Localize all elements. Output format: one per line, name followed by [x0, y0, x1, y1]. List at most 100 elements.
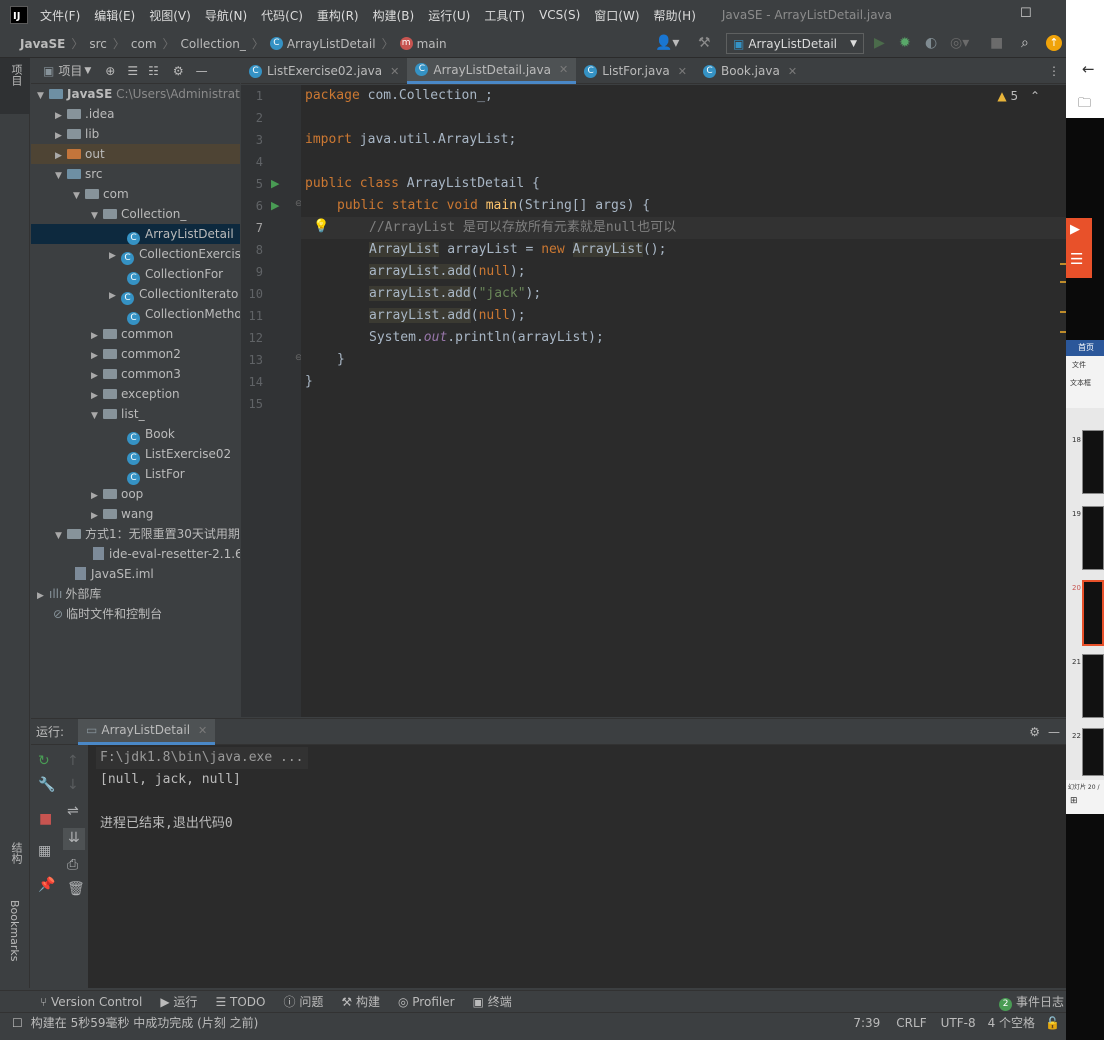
ppt-file-menu[interactable]: 文件	[1066, 356, 1104, 370]
slide-thumbnail[interactable]	[1082, 430, 1104, 494]
tree-item-resetter-jar[interactable]: ide-eval-resetter-2.1.6.	[31, 544, 240, 564]
tab-arraylistdetail[interactable]: C ArrayListDetail.java ✕	[407, 58, 577, 84]
stop-icon[interactable]: ■	[990, 35, 1003, 51]
trash-icon[interactable]: 🗑	[67, 881, 85, 897]
close-icon[interactable]: ✕	[198, 724, 207, 737]
tab-book[interactable]: C Book.java ✕	[695, 58, 805, 84]
tree-item-collectionmethod[interactable]: C CollectionMetho	[31, 304, 240, 325]
tool-todo[interactable]: ☰ TODO	[215, 995, 265, 1009]
breadcrumb-src[interactable]: src	[89, 37, 107, 51]
arrow-down-icon[interactable]: ↓	[67, 777, 79, 793]
maximize-icon[interactable]: ☐	[1020, 6, 1032, 21]
stop-icon[interactable]: ■	[39, 811, 52, 827]
slide-thumbnail-selected[interactable]	[1082, 580, 1104, 646]
tree-item-iml[interactable]: JavaSE.iml	[31, 564, 240, 584]
status-square-icon[interactable]: ☐	[12, 1016, 23, 1030]
tool-run[interactable]: ▶ 运行	[160, 993, 197, 1010]
menu-file[interactable]: 文件(F)	[40, 7, 80, 24]
pin-icon[interactable]: 📌	[38, 877, 55, 893]
expand-all-icon[interactable]: ☰	[127, 64, 138, 78]
breadcrumb-project[interactable]: JavaSE	[20, 37, 65, 51]
folder-icon[interactable]: 🗀	[1078, 94, 1091, 116]
menu-window[interactable]: 窗口(W)	[594, 7, 639, 24]
menu-refactor[interactable]: 重构(R)	[317, 7, 359, 24]
close-icon[interactable]: ✕	[788, 65, 797, 78]
print-icon[interactable]: ⎙	[67, 857, 78, 873]
tree-item-collectionexercise[interactable]: ▶ C CollectionExercis	[31, 244, 240, 265]
menu-run[interactable]: 运行(U)	[428, 7, 470, 24]
code-editor[interactable]: ▲ 5 ⌃ package com.Collection_; import ja…	[301, 85, 1066, 717]
tool-terminal[interactable]: ▣ 终端	[473, 993, 512, 1010]
menu-vcs[interactable]: VCS(S)	[539, 8, 580, 22]
coverage-icon[interactable]: ◐	[925, 35, 937, 51]
tree-item-listfor[interactable]: C ListFor	[31, 464, 240, 485]
scroll-to-end-button[interactable]: ⇊	[63, 828, 85, 850]
tree-item-common3[interactable]: ▶ common3	[31, 364, 240, 384]
tree-item-collectionfor[interactable]: C CollectionFor	[31, 264, 240, 285]
tree-item-listexercise02[interactable]: C ListExercise02	[31, 444, 240, 465]
breadcrumb-com[interactable]: com	[131, 37, 157, 51]
tool-build[interactable]: ⚒ 构建	[341, 993, 380, 1010]
menu-edit[interactable]: 编辑(E)	[94, 7, 135, 24]
locate-icon[interactable]: ⊕	[105, 64, 115, 78]
caret-position[interactable]: 7:39	[853, 1016, 880, 1030]
tree-item-wang[interactable]: ▶ wang	[31, 504, 240, 524]
hammer-icon[interactable]: ⚒	[698, 35, 711, 51]
close-icon[interactable]: ✕	[559, 63, 568, 76]
file-encoding[interactable]: UTF-8	[941, 1016, 976, 1030]
close-icon[interactable]: ✕	[390, 65, 399, 78]
back-arrow-icon[interactable]: ←	[1082, 60, 1095, 78]
tree-item-collectioniterator[interactable]: ▶ C CollectionIterato	[31, 284, 240, 305]
run-icon[interactable]: ▶	[874, 35, 885, 51]
tree-item-idea[interactable]: ▶ .idea	[31, 104, 240, 124]
slide-thumbnail[interactable]	[1082, 506, 1104, 570]
debug-icon[interactable]: ✹	[899, 35, 911, 51]
tree-item-common[interactable]: ▶ common	[31, 324, 240, 344]
tree-item-oop[interactable]: ▶ oop	[31, 484, 240, 504]
structure-tool-button[interactable]: 结构	[8, 842, 24, 864]
run-gutter-icon[interactable]: ▶	[271, 199, 279, 212]
tree-item-collection[interactable]: ▼ Collection_	[31, 204, 240, 224]
inspection-widget[interactable]: ▲ 5 ⌃	[997, 89, 1040, 103]
gear-icon[interactable]: ⚙	[173, 64, 184, 78]
minimize-icon[interactable]: —	[196, 64, 208, 78]
layout-icon[interactable]: ▦	[38, 843, 51, 859]
slide-thumbnail[interactable]	[1082, 654, 1104, 718]
tree-item-lib[interactable]: ▶ lib	[31, 124, 240, 144]
tab-listfor[interactable]: C ListFor.java ✕	[576, 58, 695, 84]
profile-icon[interactable]: ◎▾	[950, 35, 969, 51]
tree-item-out[interactable]: ▶ out	[31, 144, 240, 164]
search-icon[interactable]: ⌕	[1021, 35, 1029, 51]
indent-setting[interactable]: 4 个空格	[988, 1014, 1035, 1031]
gear-icon[interactable]: ⚙	[1029, 725, 1040, 739]
tab-listexercise02[interactable]: C ListExercise02.java ✕	[241, 58, 407, 84]
tool-profiler[interactable]: ◎ Profiler	[398, 995, 455, 1009]
breadcrumb-method[interactable]: main	[417, 37, 447, 51]
menu-code[interactable]: 代码(C)	[261, 7, 303, 24]
tool-problems[interactable]: ⓘ 问题	[284, 993, 324, 1010]
menu-navigate[interactable]: 导航(N)	[205, 7, 247, 24]
run-gutter-icon[interactable]: ▶	[271, 177, 279, 190]
line-separator[interactable]: CRLF	[896, 1016, 926, 1030]
tree-item-javase[interactable]: ▼ JavaSE C:\Users\Administrat	[31, 84, 240, 104]
tool-version-control[interactable]: ⑂ Version Control	[40, 995, 142, 1009]
user-icon[interactable]: 👤▾	[655, 35, 679, 51]
breadcrumb-class[interactable]: ArrayListDetail	[287, 37, 376, 51]
bookmarks-tool-button[interactable]: Bookmarks	[8, 900, 21, 961]
event-log-button[interactable]: 2 事件日志	[999, 993, 1064, 1011]
console-output[interactable]: F:\jdk1.8\bin\java.exe ... [null, jack, …	[88, 745, 1066, 988]
tree-item-external-libs[interactable]: ▶ ıllı 外部库	[31, 584, 240, 604]
more-tabs-icon[interactable]: ⋮	[1048, 58, 1060, 83]
project-tool-button[interactable]: 项目	[0, 58, 30, 114]
run-configuration-selector[interactable]: ▣ ArrayListDetail ▼	[726, 33, 864, 54]
menu-help[interactable]: 帮助(H)	[654, 7, 696, 24]
windows-icon[interactable]: ⊞	[1066, 796, 1104, 814]
ppt-textbox[interactable]: 文本框	[1066, 370, 1104, 388]
project-view-selector[interactable]: 项目	[58, 62, 82, 79]
tree-item-arraylistdetail[interactable]: C ArrayListDetail	[31, 224, 240, 245]
tree-item-common2[interactable]: ▶ common2	[31, 344, 240, 364]
ppt-tab-home[interactable]: 首页	[1066, 340, 1104, 356]
update-icon[interactable]: ↑	[1046, 35, 1062, 51]
tree-item-scratches[interactable]: ⊘ 临时文件和控制台	[31, 604, 240, 624]
close-icon[interactable]: ✕	[678, 65, 687, 78]
